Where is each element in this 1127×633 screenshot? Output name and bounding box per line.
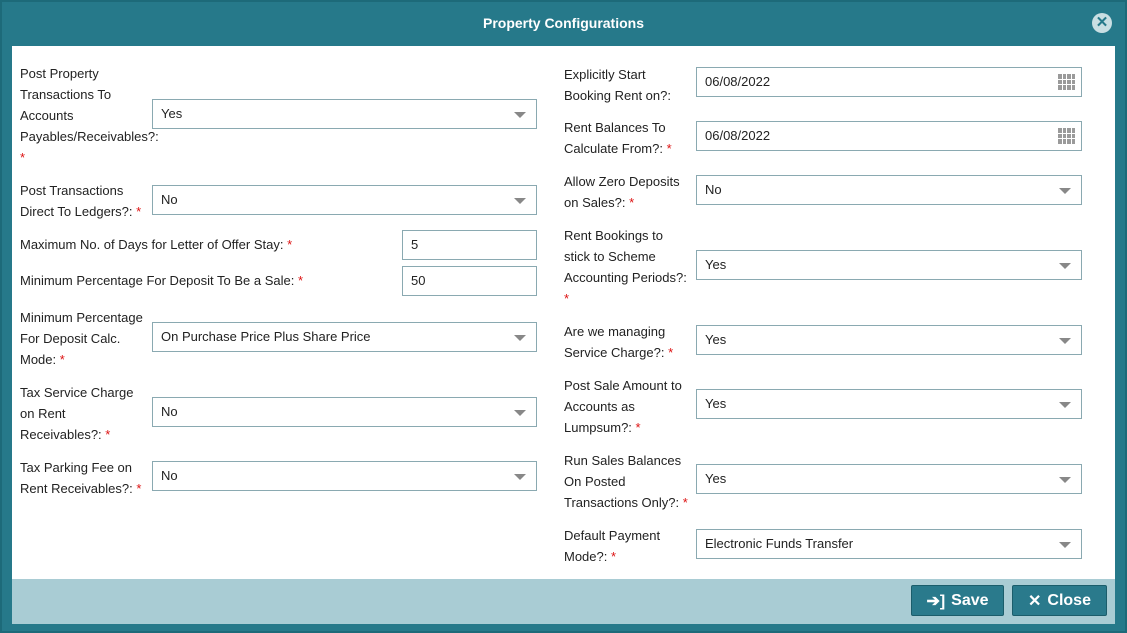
zero-deposits-label: Allow Zero Deposits on Sales?: *	[564, 174, 680, 210]
tax-parking-select[interactable]: No	[152, 461, 537, 491]
chevron-down-icon	[1059, 542, 1071, 548]
chevron-down-icon	[1059, 263, 1071, 269]
service-charge-label: Are we managing Service Charge?: *	[564, 324, 674, 360]
payment-mode-label: Default Payment Mode?: *	[564, 528, 661, 564]
min-pct-mode-label: Minimum Percentage For Deposit Calc. Mod…	[20, 310, 143, 367]
min-pct-sale-label: Minimum Percentage For Deposit To Be a S…	[20, 273, 304, 288]
chevron-down-icon	[514, 335, 526, 341]
start-rent-date-input[interactable]: 06/08/2022	[696, 67, 1082, 97]
max-days-label: Maximum No. of Days for Letter of Offer …	[20, 237, 293, 252]
scheme-periods-label: Rent Bookings to stick to Scheme Account…	[564, 228, 687, 306]
post-ap-select[interactable]: Yes	[152, 99, 537, 129]
dialog-body: Post Property Transactions To Accounts P…	[12, 46, 1115, 579]
scheme-periods-select[interactable]: Yes	[696, 250, 1082, 280]
tax-service-label: Tax Service Charge on Rent Receivables?:…	[20, 385, 134, 442]
chevron-down-icon	[1059, 338, 1071, 344]
chevron-down-icon	[1059, 477, 1071, 483]
max-days-input[interactable]: 5	[402, 230, 537, 260]
post-ledgers-select[interactable]: No	[152, 185, 537, 215]
chevron-down-icon	[1059, 188, 1071, 194]
min-pct-mode-select[interactable]: On Purchase Price Plus Share Price	[152, 322, 537, 352]
calendar-icon[interactable]	[1058, 128, 1075, 144]
tax-service-select[interactable]: No	[152, 397, 537, 427]
sales-balances-select[interactable]: Yes	[696, 464, 1082, 494]
service-charge-select[interactable]: Yes	[696, 325, 1082, 355]
min-pct-sale-input[interactable]: 50	[402, 266, 537, 296]
dialog-footer: ➔] Save ✕ Close	[12, 579, 1115, 624]
sales-balances-label: Run Sales Balances On Posted Transaction…	[564, 453, 688, 510]
close-button[interactable]: ✕ Close	[1012, 585, 1107, 616]
tax-parking-label: Tax Parking Fee on Rent Receivables?: *	[20, 460, 142, 496]
sign-in-icon: ➔]	[926, 592, 946, 610]
zero-deposits-select[interactable]: No	[696, 175, 1082, 205]
rent-balances-date-input[interactable]: 06/08/2022	[696, 121, 1082, 151]
lumpsum-select[interactable]: Yes	[696, 389, 1082, 419]
rent-balances-label: Rent Balances To Calculate From?: *	[564, 120, 672, 156]
post-ap-label: Post Property Transactions To Accounts P…	[20, 66, 159, 165]
dialog-title: Property Configurations	[482, 15, 644, 31]
close-icon[interactable]: ✕	[1092, 13, 1112, 33]
start-rent-label: Explicitly Start Booking Rent on?:	[564, 67, 671, 103]
chevron-down-icon	[514, 112, 526, 118]
post-ledgers-label: Post Transactions Direct To Ledgers?: *	[20, 183, 142, 219]
chevron-down-icon	[514, 198, 526, 204]
save-button[interactable]: ➔] Save	[911, 585, 1004, 616]
close-icon: ✕	[1028, 592, 1042, 610]
dialog-titlebar: Property Configurations ✕	[2, 2, 1125, 44]
chevron-down-icon	[514, 410, 526, 416]
payment-mode-select[interactable]: Electronic Funds Transfer	[696, 529, 1082, 559]
property-configurations-dialog: Property Configurations ✕ Post Property …	[0, 0, 1127, 633]
calendar-icon[interactable]	[1058, 74, 1075, 90]
chevron-down-icon	[514, 474, 526, 480]
lumpsum-label: Post Sale Amount to Accounts as Lumpsum?…	[564, 378, 682, 435]
chevron-down-icon	[1059, 402, 1071, 408]
